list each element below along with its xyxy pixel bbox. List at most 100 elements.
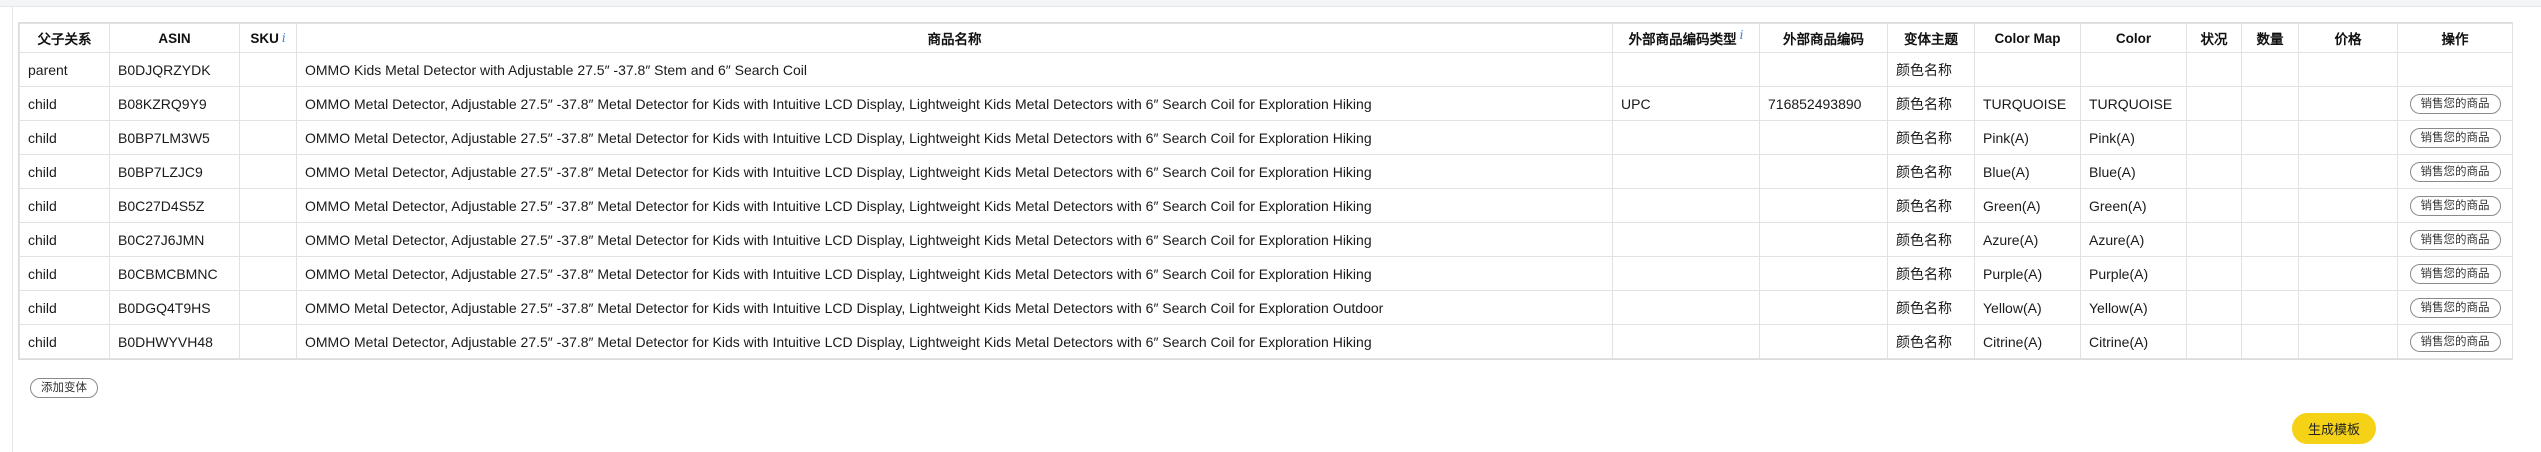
cell-sku (239, 324, 297, 359)
cell-color-map: Yellow(A) (1974, 290, 2081, 325)
cell-relation: child (19, 290, 110, 325)
cell-status (2186, 222, 2242, 257)
table-row: child B0DHWYVH48 OMMO Metal Detector, Adju… (19, 324, 2513, 359)
cell-color: Green(A) (2080, 188, 2187, 223)
cell-status (2186, 290, 2242, 325)
variant-table-container: 父子关系 ASIN SKU i 商品名称 外部商品编码类型 i 外部商品编码 变体主… (18, 22, 2513, 360)
cell-color (2080, 52, 2187, 87)
sell-your-item-button[interactable]: 销售您的商品 (2409, 331, 2501, 352)
cell-color: Purple(A) (2080, 256, 2187, 291)
cell-asin: B0C27J6JMN (109, 222, 240, 257)
sell-your-item-button[interactable]: 销售您的商品 (2409, 93, 2501, 114)
table-row: child B0C27J6JMN OMMO Metal Detector, Adju… (19, 222, 2513, 257)
cell-price (2298, 154, 2398, 189)
cell-qty (2241, 256, 2299, 291)
add-variant-button[interactable]: 添加变体 (30, 378, 98, 398)
cell-status (2186, 86, 2242, 121)
cell-theme: 颜色名称 (1887, 222, 1975, 257)
cell-asin: B0DGQ4T9HS (109, 290, 240, 325)
info-icon[interactable]: i (1740, 28, 1744, 42)
table-header-row: 父子关系 ASIN SKU i 商品名称 外部商品编码类型 i 外部商品编码 变体主… (19, 23, 2513, 53)
cell-qty (2241, 52, 2299, 87)
cell-sku (239, 120, 297, 155)
cell-name: OMMO Kids Metal Detector with Adjustable… (296, 52, 1613, 87)
col-header-theme: 变体主题 (1887, 23, 1975, 53)
info-icon[interactable]: i (282, 31, 286, 45)
cell-price (2298, 256, 2398, 291)
cell-qty (2241, 290, 2299, 325)
cell-color: Yellow(A) (2080, 290, 2187, 325)
cell-ext-code-type (1612, 52, 1760, 87)
cell-action: 销售您的商品 (2397, 86, 2513, 121)
cell-status (2186, 256, 2242, 291)
cell-price (2298, 222, 2398, 257)
cell-price (2298, 52, 2398, 87)
cell-ext-code (1759, 52, 1888, 87)
table-row: child B0BP7LZJC9 OMMO Metal Detector, Adju… (19, 154, 2513, 189)
cell-ext-code (1759, 188, 1888, 223)
variant-table: 父子关系 ASIN SKU i 商品名称 外部商品编码类型 i 外部商品编码 变体主… (19, 23, 2513, 359)
cell-color-map: TURQUOISE (1974, 86, 2081, 121)
cell-relation: child (19, 256, 110, 291)
cell-ext-code-type (1612, 120, 1760, 155)
col-header-color-map: Color Map (1974, 23, 2081, 53)
sell-your-item-button[interactable]: 销售您的商品 (2409, 229, 2501, 250)
cell-ext-code-type (1612, 222, 1760, 257)
cell-color-map: Citrine(A) (1974, 324, 2081, 359)
cell-sku (239, 154, 297, 189)
table-row: child B0BP7LM3W5 OMMO Metal Detector, Adju… (19, 120, 2513, 155)
cell-theme: 颜色名称 (1887, 256, 1975, 291)
cell-name: OMMO Metal Detector, Adjustable 27.5″ -3… (296, 290, 1613, 325)
cell-sku (239, 222, 297, 257)
cell-price (2298, 120, 2398, 155)
cell-status (2186, 154, 2242, 189)
cell-action: 销售您的商品 (2397, 324, 2513, 359)
sell-your-item-button[interactable]: 销售您的商品 (2409, 195, 2501, 216)
col-header-asin: ASIN (109, 23, 240, 53)
cell-name: OMMO Metal Detector, Adjustable 27.5″ -3… (296, 86, 1613, 121)
cell-theme: 颜色名称 (1887, 86, 1975, 121)
col-header-relation: 父子关系 (19, 23, 110, 53)
cell-ext-code: 716852493890 (1759, 86, 1888, 121)
sell-your-item-button[interactable]: 销售您的商品 (2409, 127, 2501, 148)
col-header-price: 价格 (2298, 23, 2398, 53)
col-header-ext-code-type: 外部商品编码类型 i (1612, 23, 1760, 53)
table-row: child B0C27D4S5Z OMMO Metal Detector, Adju… (19, 188, 2513, 223)
cell-name: OMMO Metal Detector, Adjustable 27.5″ -3… (296, 120, 1613, 155)
cell-asin: B0DJQRZYDK (109, 52, 240, 87)
cell-ext-code-type (1612, 290, 1760, 325)
cell-color-map: Green(A) (1974, 188, 2081, 223)
cell-theme: 颜色名称 (1887, 290, 1975, 325)
col-header-ext-code-type-label: 外部商品编码类型 (1628, 32, 1737, 47)
col-header-sku-label: SKU (250, 30, 279, 46)
cell-price (2298, 324, 2398, 359)
cell-color-map: Pink(A) (1974, 120, 2081, 155)
cell-ext-code (1759, 256, 1888, 291)
cell-action: 销售您的商品 (2397, 256, 2513, 291)
generate-template-button[interactable]: 生成模板 (2292, 413, 2377, 444)
cell-qty (2241, 120, 2299, 155)
sell-your-item-button[interactable]: 销售您的商品 (2409, 297, 2501, 318)
cell-qty (2241, 188, 2299, 223)
cell-color-map: Purple(A) (1974, 256, 2081, 291)
col-header-sku: SKU i (239, 23, 297, 53)
cell-qty (2241, 324, 2299, 359)
cell-action: 销售您的商品 (2397, 120, 2513, 155)
cell-status (2186, 324, 2242, 359)
cell-ext-code (1759, 290, 1888, 325)
cell-color: Pink(A) (2080, 120, 2187, 155)
cell-name: OMMO Metal Detector, Adjustable 27.5″ -3… (296, 222, 1613, 257)
cell-price (2298, 86, 2398, 121)
cell-sku (239, 86, 297, 121)
sell-your-item-button[interactable]: 销售您的商品 (2409, 263, 2501, 284)
cell-qty (2241, 154, 2299, 189)
cell-relation: child (19, 120, 110, 155)
sell-your-item-button[interactable]: 销售您的商品 (2409, 161, 2501, 182)
cell-color: Azure(A) (2080, 222, 2187, 257)
cell-ext-code (1759, 222, 1888, 257)
col-header-name: 商品名称 (296, 23, 1613, 53)
cell-price (2298, 290, 2398, 325)
cell-theme: 颜色名称 (1887, 154, 1975, 189)
cell-ext-code-type (1612, 324, 1760, 359)
cell-relation: child (19, 154, 110, 189)
